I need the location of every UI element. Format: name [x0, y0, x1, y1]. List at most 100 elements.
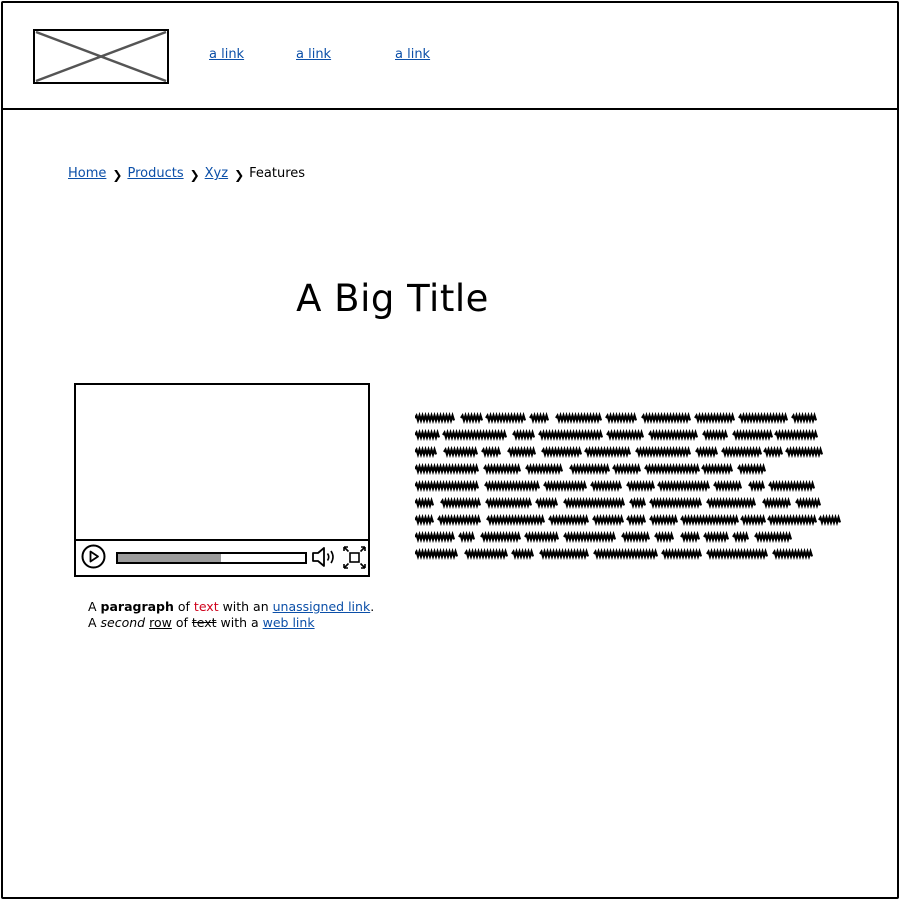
- scribble-word: [740, 513, 767, 527]
- scribble-word: [774, 428, 819, 442]
- scribble-word: [539, 547, 590, 560]
- scribble-word: [649, 496, 703, 510]
- scribble-word: [443, 445, 479, 459]
- scribble-word: [415, 479, 480, 493]
- play-icon[interactable]: [81, 544, 106, 569]
- unassigned-link[interactable]: unassigned link: [273, 599, 371, 614]
- scribble-word: [621, 530, 651, 544]
- scribble-word: [626, 513, 647, 527]
- scribble-word: [538, 428, 604, 442]
- scribble-word: [555, 411, 603, 425]
- scribble-word: [680, 513, 740, 527]
- scribble-word: [592, 513, 625, 527]
- chevron-right-icon: ❯: [234, 167, 245, 182]
- scribble-word: [768, 479, 816, 493]
- paragraph-line-1: A paragraph of text with an unassigned l…: [88, 599, 374, 615]
- scribble-word: [415, 462, 480, 476]
- scribble-word: [795, 496, 822, 510]
- scribble-word: [762, 496, 792, 510]
- scribble-word: [654, 530, 675, 544]
- scribble-word: [644, 462, 701, 476]
- scribble-word: [748, 479, 766, 493]
- scribble-word: [661, 547, 703, 560]
- red-text: text: [193, 599, 219, 614]
- scribble-word: [458, 530, 476, 544]
- scribble-word: [460, 411, 484, 425]
- breadcrumb-current: Features: [249, 166, 306, 181]
- scribble-word: [440, 496, 482, 510]
- scribble-word: [486, 513, 546, 527]
- header: a link a link a link: [1, 1, 899, 110]
- video-player[interactable]: [74, 383, 370, 577]
- scribble-word: [529, 411, 550, 425]
- scribble-word: [464, 547, 509, 560]
- scribble-word: [484, 479, 541, 493]
- chevron-right-icon: ❯: [112, 167, 123, 182]
- scribble-word: [754, 530, 793, 544]
- scribble-word: [713, 479, 743, 493]
- scribble-word: [772, 547, 814, 560]
- scribble-word: [635, 445, 692, 459]
- scribble-word: [680, 530, 701, 544]
- nav-link-3[interactable]: a link: [395, 47, 430, 62]
- breadcrumb-products[interactable]: Products: [127, 166, 183, 181]
- underlined-text: row: [149, 615, 172, 630]
- scribble-word: [415, 445, 438, 459]
- scribble-word: [657, 479, 711, 493]
- scribble-word: [649, 513, 679, 527]
- breadcrumb: Home ❯ Products ❯ Xyz ❯ Features: [68, 166, 306, 182]
- scribble-word: [437, 513, 482, 527]
- scribble-word: [512, 428, 536, 442]
- scribble-word: [415, 496, 435, 510]
- scribble-word: [767, 513, 818, 527]
- scribble-word: [584, 445, 632, 459]
- video-progress-fill: [118, 554, 221, 562]
- scribble-word: [606, 428, 645, 442]
- scribble-word: [737, 462, 767, 476]
- paragraph-line-2: A second row of text with a web link: [88, 615, 374, 631]
- scribble-word: [626, 479, 656, 493]
- scribble-word: [590, 479, 623, 493]
- scribble-word: [543, 479, 588, 493]
- scribble-word: [763, 445, 784, 459]
- breadcrumb-home[interactable]: Home: [68, 166, 106, 181]
- fullscreen-icon[interactable]: [342, 545, 367, 570]
- scribble-word: [706, 547, 769, 560]
- scribble-word: [563, 496, 626, 510]
- nav-link-1[interactable]: a link: [209, 47, 244, 62]
- scribble-word: [648, 428, 699, 442]
- scribble-word: [612, 462, 642, 476]
- scribble-word: [563, 530, 617, 544]
- scribble-word: [415, 530, 456, 544]
- scribble-word: [785, 445, 824, 459]
- paragraph-text: of: [171, 615, 192, 630]
- scribble-word: [415, 513, 435, 527]
- scribble-word: [535, 496, 559, 510]
- paragraph-text: with a: [216, 615, 263, 630]
- breadcrumb-xyz[interactable]: Xyz: [205, 166, 228, 181]
- scribble-word: [480, 530, 522, 544]
- scribble-word: [703, 530, 730, 544]
- scribble-word: [732, 530, 750, 544]
- web-link[interactable]: web link: [263, 615, 315, 630]
- scribble-word: [818, 513, 842, 527]
- strikethrough-text: text: [191, 615, 217, 630]
- video-controls: [76, 539, 368, 575]
- scribble-word: [485, 411, 527, 425]
- scribble-word: [701, 462, 734, 476]
- scribble-word: [511, 547, 535, 560]
- scribble-word: [593, 547, 659, 560]
- volume-icon[interactable]: [311, 545, 339, 569]
- scribble-word: [738, 411, 789, 425]
- scribble-word: [695, 445, 719, 459]
- chevron-right-icon: ❯: [189, 167, 200, 182]
- paragraph-text: A: [88, 599, 101, 614]
- image-placeholder-icon: [33, 29, 169, 84]
- paragraph-text: with an: [218, 599, 273, 614]
- scribble-word: [415, 428, 441, 442]
- scribble-word: [706, 496, 757, 510]
- scribble-word: [548, 513, 590, 527]
- nav-link-2[interactable]: a link: [296, 47, 331, 62]
- paragraph-text: of: [173, 599, 194, 614]
- video-progress-bar[interactable]: [116, 552, 307, 564]
